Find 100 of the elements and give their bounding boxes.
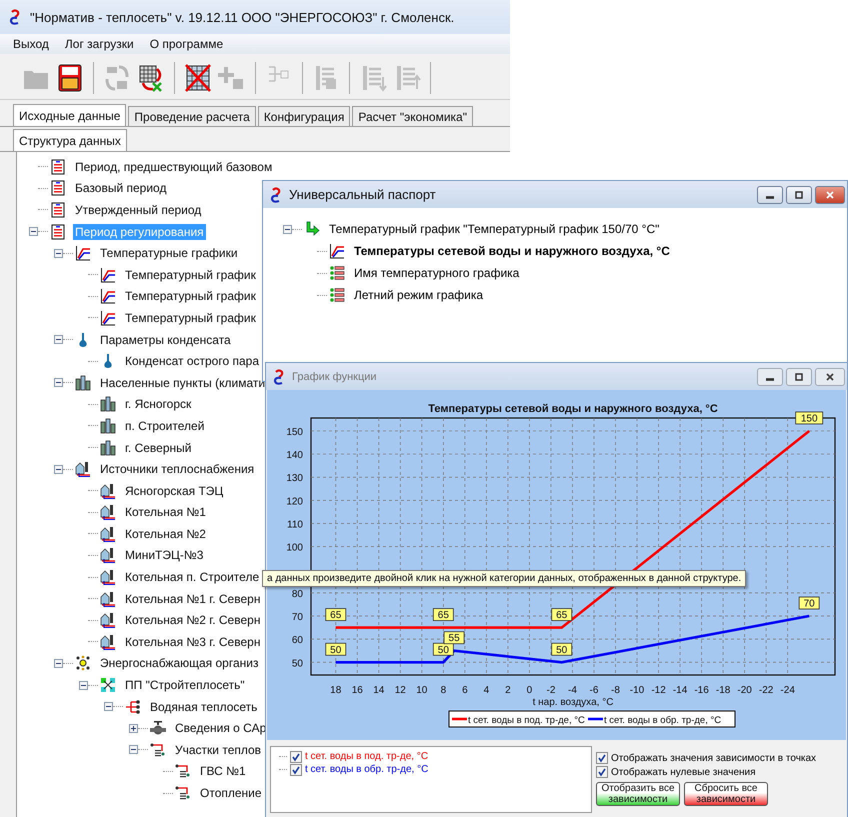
collapse-icon[interactable] bbox=[129, 745, 138, 754]
tree-item[interactable]: Котельная №2 г. Северн bbox=[123, 612, 262, 628]
tree-item[interactable]: Котельная №1 г. Северн bbox=[123, 590, 262, 607]
minimize-button[interactable] bbox=[757, 368, 783, 386]
tree-item[interactable]: Отопление bbox=[198, 785, 264, 802]
tree-item[interactable]: Период, предшествующий базовом bbox=[73, 158, 274, 175]
tree-item[interactable]: Источники теплоснабжения bbox=[98, 461, 256, 478]
tree-item[interactable]: Населенные пункты (климати bbox=[98, 374, 268, 391]
series-name[interactable]: t сет. воды в обр. тр-де, °С bbox=[305, 764, 428, 775]
collapse-icon[interactable] bbox=[54, 464, 63, 474]
tree-item[interactable]: МиниТЭЦ-№3 bbox=[123, 547, 206, 564]
buildings-icon bbox=[100, 440, 116, 456]
tree-item[interactable]: ГВС №1 bbox=[198, 763, 248, 780]
minimize-button[interactable] bbox=[757, 186, 783, 204]
tab[interactable]: Конфигурация bbox=[258, 106, 350, 126]
collapse-icon[interactable] bbox=[54, 248, 63, 258]
x-tick-label: -14 bbox=[672, 685, 688, 696]
collapse-icon[interactable] bbox=[79, 680, 88, 690]
tree-item[interactable]: Температурные графики bbox=[98, 245, 240, 262]
grid-cross-icon[interactable] bbox=[184, 63, 212, 93]
y-tick-label: 150 bbox=[286, 426, 303, 438]
expand-icon[interactable] bbox=[129, 724, 138, 733]
chart-title: Температуры сетевой воды и наружного воздуха, °С bbox=[428, 403, 718, 415]
tree-item[interactable]: Имя температурного графика bbox=[352, 265, 522, 281]
tab[interactable]: Проведение расчета bbox=[128, 106, 256, 126]
tree-item[interactable]: Конденсат острого пара bbox=[123, 353, 261, 370]
tree-item[interactable]: Энергоснабжающая организ bbox=[98, 655, 260, 672]
tree-item[interactable]: Участки теплов bbox=[173, 742, 264, 758]
tab[interactable]: Структура данных bbox=[13, 129, 127, 151]
branch-icon bbox=[125, 698, 141, 715]
network-icon bbox=[100, 677, 116, 694]
collapse-icon[interactable] bbox=[54, 335, 63, 344]
data-label: 50 bbox=[556, 644, 568, 656]
collapse-icon[interactable] bbox=[54, 378, 63, 388]
y-tick-label: 50 bbox=[292, 658, 303, 670]
menu-item[interactable]: Лог загрузки bbox=[64, 37, 134, 51]
factory-icon bbox=[100, 569, 116, 586]
menu-item[interactable]: О программе bbox=[150, 37, 224, 51]
tree-item[interactable]: Котельная п. Строителе bbox=[123, 569, 262, 586]
tab[interactable]: Расчет "экономика" bbox=[352, 106, 473, 126]
checkbox[interactable] bbox=[596, 752, 608, 764]
window-title: Универсальный паспорт bbox=[289, 187, 436, 202]
tree-item[interactable]: Базовый период bbox=[73, 180, 168, 196]
x-tick-label: 12 bbox=[394, 685, 406, 696]
tree-item[interactable]: Температурный график bbox=[123, 288, 258, 304]
data-label: 150 bbox=[800, 413, 818, 424]
checkbox[interactable] bbox=[290, 750, 302, 762]
buildings-icon bbox=[100, 396, 116, 412]
close-button[interactable] bbox=[815, 186, 845, 204]
y-tick-label: 70 bbox=[292, 612, 303, 624]
data-label: 65 bbox=[438, 610, 450, 622]
menu-item[interactable]: Выход bbox=[13, 37, 49, 51]
factory-icon bbox=[100, 634, 116, 650]
checkbox[interactable] bbox=[596, 766, 608, 778]
reset-all-button[interactable]: Сбросить все зависимости bbox=[684, 782, 768, 806]
tree-item[interactable]: г. Северный bbox=[123, 440, 194, 456]
buildings-icon bbox=[100, 418, 116, 434]
tree-item[interactable]: Температурный график bbox=[123, 310, 258, 326]
tree-item[interactable]: Утвержденный период bbox=[73, 202, 204, 218]
data-label: 55 bbox=[448, 633, 460, 644]
collapse-icon[interactable] bbox=[29, 227, 38, 236]
tree-item[interactable]: Котельная №1 bbox=[123, 504, 208, 520]
tree-item[interactable]: Котельная №3 г. Северн bbox=[123, 634, 262, 650]
maximize-icon bbox=[794, 190, 804, 200]
y-tick-label: 80 bbox=[292, 588, 303, 600]
app-icon bbox=[272, 368, 286, 384]
data-label: 55 bbox=[444, 631, 464, 644]
maximize-button[interactable] bbox=[786, 186, 812, 204]
tree-item[interactable]: Параметры конденсата bbox=[98, 332, 233, 348]
tree-item[interactable]: Температуры сетевой воды и наружного воздуха, °С bbox=[352, 243, 672, 259]
collapse-icon[interactable] bbox=[283, 224, 292, 234]
close-button[interactable] bbox=[815, 368, 845, 386]
y-tick-label: 130 bbox=[286, 473, 303, 484]
tree-item[interactable]: Температурный график bbox=[123, 266, 258, 283]
tree-item[interactable]: Котельная №2 bbox=[123, 526, 208, 542]
y-tick-label: 100 bbox=[286, 542, 303, 554]
tree-item[interactable]: ПП "Стройтеплосеть" bbox=[123, 677, 247, 694]
cluster-icon bbox=[75, 655, 91, 672]
tree-item[interactable]: Сведения о САр bbox=[173, 720, 268, 736]
maximize-button[interactable] bbox=[786, 368, 812, 386]
x-axis-title: t нар. воздуха, °С bbox=[532, 697, 614, 708]
tab[interactable]: Исходные данные bbox=[13, 104, 126, 126]
floppy-icon[interactable] bbox=[56, 63, 84, 93]
tree-item[interactable]: Температурный график "Температурный график 150/70 °С" bbox=[327, 221, 662, 237]
data-label: 50 bbox=[438, 644, 450, 656]
tree-item[interactable]: п. Строителей bbox=[123, 418, 206, 434]
show-all-button[interactable]: Отобразить все зависимости bbox=[596, 782, 680, 806]
checkbox-label: Отображать значения зависимости в точках bbox=[611, 752, 816, 764]
x-tick-label: -24 bbox=[780, 685, 795, 696]
document-icon bbox=[50, 224, 66, 240]
checkbox[interactable] bbox=[290, 764, 302, 776]
tree-item[interactable]: Ясногорская ТЭЦ bbox=[123, 482, 226, 499]
series-name[interactable]: t сет. воды в под. тр-де, °С bbox=[305, 751, 428, 762]
collapse-icon[interactable] bbox=[54, 658, 63, 668]
grid-arrows-icon[interactable] bbox=[137, 63, 165, 93]
factory-icon bbox=[100, 526, 116, 542]
tree-item[interactable]: Водяная теплосеть bbox=[148, 698, 260, 715]
tree-item[interactable]: г. Ясногорск bbox=[123, 396, 194, 412]
collapse-icon[interactable] bbox=[104, 702, 113, 712]
tree-item[interactable]: Летний режим графика bbox=[352, 287, 486, 303]
